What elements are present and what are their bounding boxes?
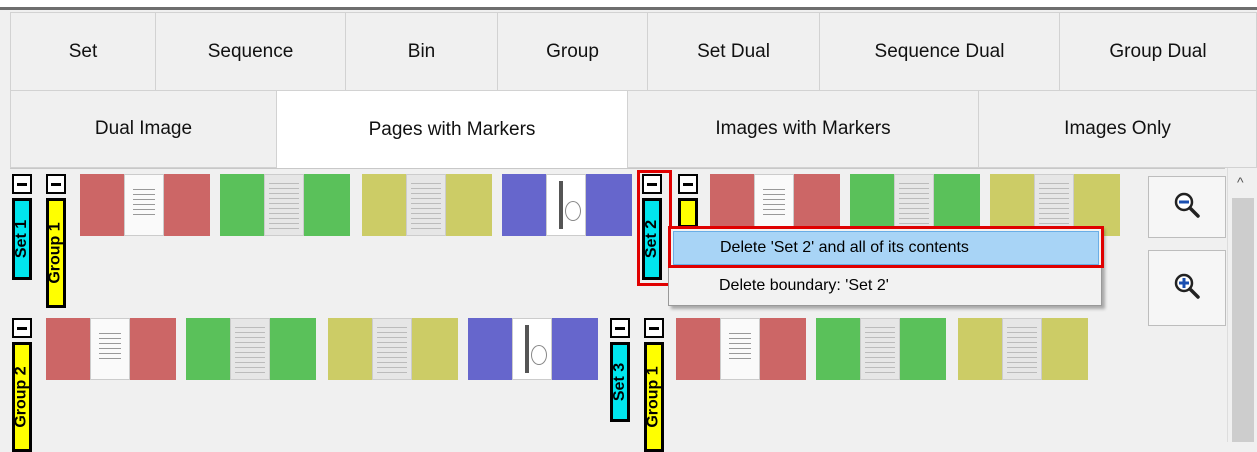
tab-group[interactable]: Group (498, 12, 648, 92)
tab-bin[interactable]: Bin (346, 12, 498, 92)
window-top-border (0, 0, 1257, 10)
magnifier-plus-icon (1172, 271, 1202, 306)
tab-images-only[interactable]: Images Only (979, 90, 1257, 168)
tab-sequence[interactable]: Sequence (156, 12, 346, 92)
page-thumbnail[interactable] (468, 318, 598, 380)
zoom-out-button[interactable] (1148, 176, 1226, 238)
tab-set-dual[interactable]: Set Dual (648, 12, 820, 92)
page-thumbnail[interactable] (220, 174, 350, 236)
scroll-up-arrow-icon[interactable]: ^ (1237, 174, 1244, 190)
marker-handle[interactable] (678, 174, 698, 194)
tab-row-2: Dual Image Pages with Markers Images wit… (10, 90, 1257, 168)
page-thumbnail[interactable] (328, 318, 458, 380)
tab-images-with-markers[interactable]: Images with Markers (628, 90, 979, 168)
page-thumbnail[interactable] (816, 318, 946, 380)
marker-label: Group 1 (644, 342, 664, 452)
scrollbar-thumb[interactable] (1232, 198, 1254, 442)
marker-handle[interactable] (12, 318, 32, 338)
vertical-scrollbar[interactable]: ^ (1227, 168, 1257, 442)
marker-handle[interactable] (46, 174, 66, 194)
page-thumbnail[interactable] (502, 174, 632, 236)
page-thumbnail[interactable] (80, 174, 210, 236)
page-thumbnail[interactable] (362, 174, 492, 236)
menu-item-delete-boundary[interactable]: Delete boundary: 'Set 2' (673, 269, 1099, 303)
tab-row-1: Set Sequence Bin Group Set Dual Sequence… (10, 12, 1257, 92)
page-thumbnail[interactable] (46, 318, 176, 380)
tab-pages-with-markers[interactable]: Pages with Markers (277, 90, 628, 168)
tab-set[interactable]: Set (10, 12, 156, 92)
marker-label: Set 1 (12, 198, 32, 280)
zoom-in-button[interactable] (1148, 250, 1226, 326)
magnifier-minus-icon (1172, 190, 1202, 225)
marker-label: Set 3 (610, 342, 630, 422)
menu-item-outline (668, 226, 1104, 268)
marker-label: Group 2 (12, 342, 32, 452)
page-thumbnail[interactable] (186, 318, 316, 380)
tab-dual-image[interactable]: Dual Image (10, 90, 277, 168)
page-thumbnail[interactable] (676, 318, 806, 380)
marker-label: Group 1 (46, 198, 66, 308)
selected-marker-outline (637, 170, 672, 286)
marker-handle[interactable] (644, 318, 664, 338)
page-thumbnail[interactable] (958, 318, 1088, 380)
tab-sequence-dual[interactable]: Sequence Dual (820, 12, 1060, 92)
marker-handle[interactable] (12, 174, 32, 194)
marker-handle[interactable] (610, 318, 630, 338)
tab-group-dual[interactable]: Group Dual (1060, 12, 1257, 92)
marker-label (678, 198, 698, 228)
